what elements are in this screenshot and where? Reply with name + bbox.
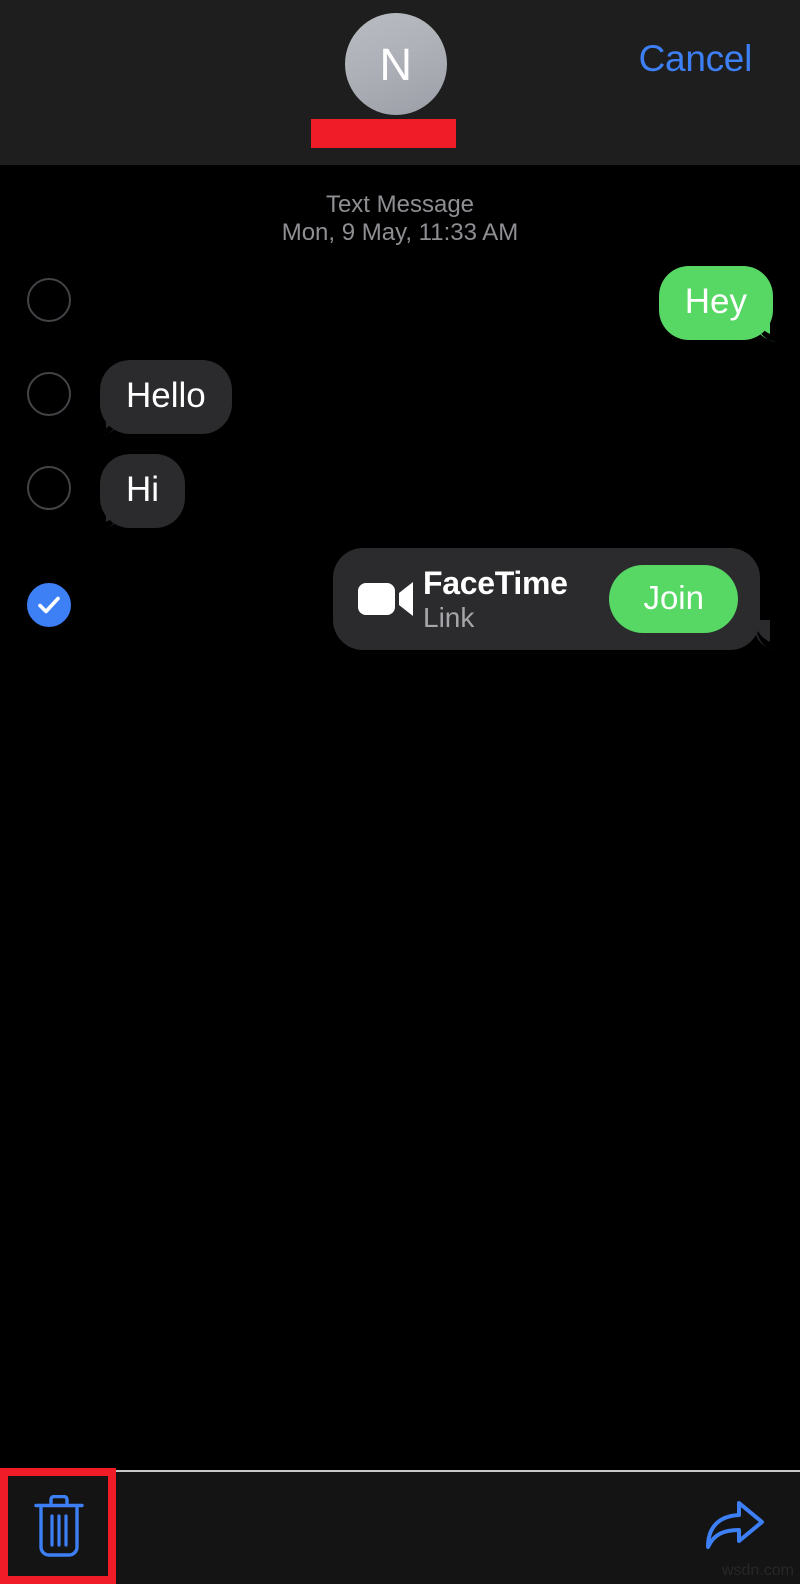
avatar[interactable]: N bbox=[345, 13, 447, 115]
conversation-header: N Cancel bbox=[0, 0, 800, 165]
facetime-title: FaceTime bbox=[423, 564, 568, 601]
trash-icon bbox=[33, 1494, 85, 1562]
timestamp-date: Mon, 9 May, 11:33 AM bbox=[281, 219, 519, 246]
facetime-link-card[interactable]: FaceTime Link Join bbox=[333, 548, 760, 650]
messages-screen: N Cancel Text Message Mon, 9 May, 11:33 … bbox=[0, 0, 800, 1584]
selection-toolbar: wsdn.com bbox=[0, 1470, 800, 1584]
message-text: Hello bbox=[126, 376, 206, 415]
message-text: Hey bbox=[684, 282, 747, 321]
redacted-contact-name bbox=[311, 119, 456, 148]
bubble-tail-right bbox=[754, 620, 788, 654]
watermark: wsdn.com bbox=[721, 1562, 794, 1579]
message-select-circle-hi[interactable] bbox=[27, 466, 71, 510]
timestamp-service: Text Message bbox=[325, 191, 475, 218]
avatar-initial: N bbox=[379, 38, 413, 90]
message-select-circle-hey[interactable] bbox=[27, 278, 71, 322]
facetime-text-block: FaceTime Link bbox=[417, 565, 609, 634]
forward-arrow-icon bbox=[704, 1497, 766, 1560]
bubble-tail-left bbox=[88, 406, 122, 440]
message-select-circle-hello[interactable] bbox=[27, 372, 71, 416]
bubble-tail-right bbox=[754, 312, 788, 346]
delete-button[interactable] bbox=[30, 1492, 88, 1564]
message-select-circle-facetime[interactable] bbox=[27, 583, 71, 627]
forward-button[interactable] bbox=[702, 1494, 768, 1562]
facetime-subtitle: Link bbox=[423, 601, 475, 633]
message-text: Hi bbox=[126, 470, 160, 509]
video-camera-icon bbox=[355, 580, 417, 618]
bubble-tail-left bbox=[88, 500, 122, 534]
conversation-body: Text Message Mon, 9 May, 11:33 AM Hey He… bbox=[0, 165, 800, 1470]
conversation-timestamp: Text Message Mon, 9 May, 11:33 AM bbox=[0, 191, 800, 247]
join-button[interactable]: Join bbox=[609, 565, 738, 633]
cancel-button[interactable]: Cancel bbox=[639, 38, 753, 80]
